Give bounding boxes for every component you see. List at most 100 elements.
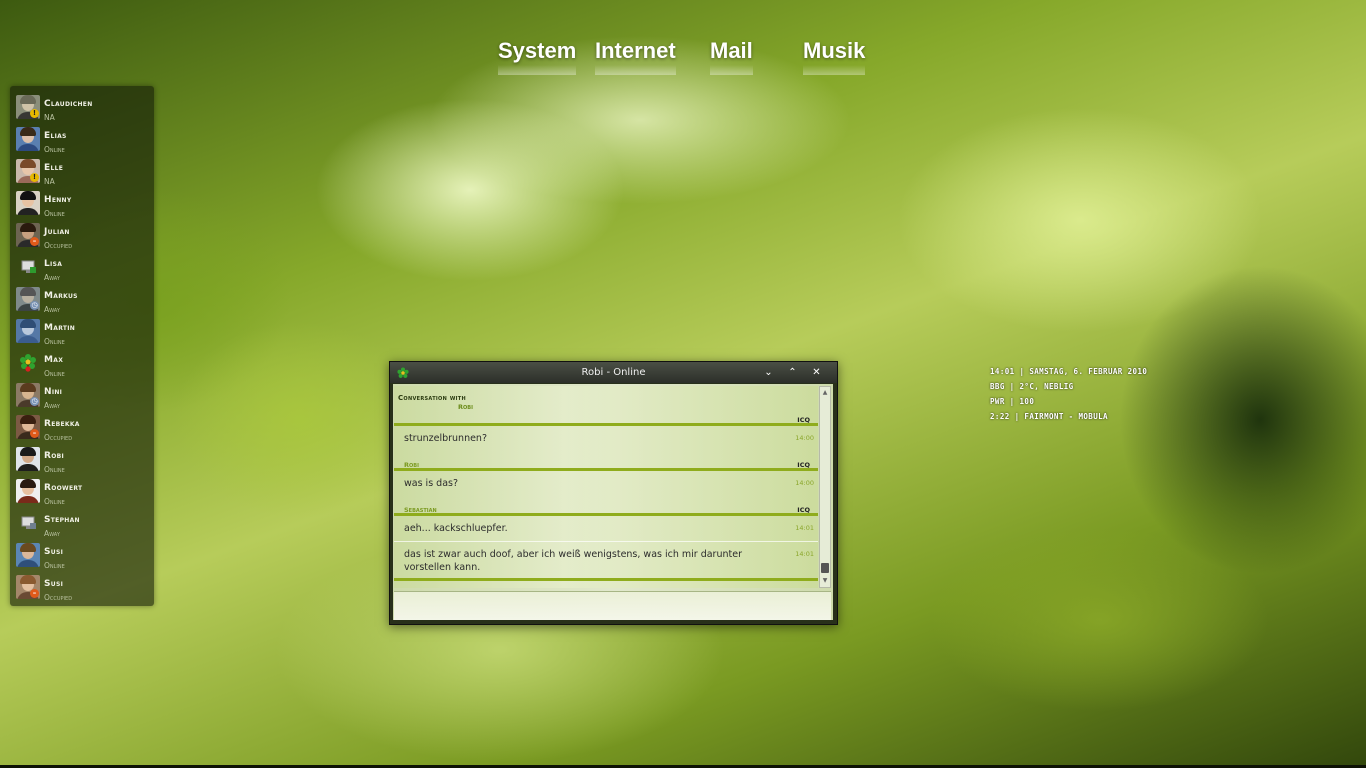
- message-divider: [394, 423, 818, 426]
- contact-martin[interactable]: Martin Online: [14, 316, 152, 346]
- contact-status: Away: [44, 529, 60, 538]
- message-scrollbar[interactable]: ▲ ▼: [819, 386, 831, 588]
- contact-markus[interactable]: ◷ Markus Away: [14, 284, 152, 314]
- contact-name: Henny: [44, 195, 72, 205]
- message-divider: [394, 578, 818, 581]
- contact-nini[interactable]: ◷ Nini Away: [14, 380, 152, 410]
- contact-status: Occupied: [44, 433, 73, 442]
- system-info-widget: 14:01 | Samstag, 6. Februar 2010 BBG | 2…: [990, 366, 1147, 426]
- contact-name: Markus: [44, 291, 78, 301]
- message-text: was is das?: [404, 478, 459, 489]
- conversation-contact: Robi: [458, 403, 473, 411]
- message-log[interactable]: Conversation with Robi ICQ strunzelbrunn…: [394, 386, 818, 588]
- contact-susi-2[interactable]: – Susi Occupied: [14, 572, 152, 602]
- message-input[interactable]: [394, 591, 831, 620]
- contact-status: Online: [44, 145, 65, 154]
- conversation-header: Conversation with: [398, 394, 467, 402]
- contact-name: Susi: [44, 547, 64, 557]
- contact-name: Elias: [44, 131, 67, 141]
- message-time: 14:01: [795, 524, 814, 532]
- close-icon: ✕: [812, 367, 821, 378]
- scroll-down-icon[interactable]: ▼: [820, 576, 830, 586]
- contact-name: Elle: [44, 163, 64, 173]
- contact-name: Claudichen: [44, 99, 93, 109]
- status-na-icon: !: [30, 109, 39, 118]
- contact-henny[interactable]: Henny Online: [14, 188, 152, 218]
- monitor-avatar-icon: [16, 511, 40, 535]
- top-menu: System Internet Mail Musik: [0, 38, 1366, 78]
- chat-body: Conversation with Robi ICQ strunzelbrunn…: [393, 384, 833, 620]
- menu-item-internet[interactable]: Internet: [595, 38, 676, 75]
- avatar: [16, 319, 40, 343]
- clock-date-line: 14:01 | Samstag, 6. Februar 2010: [990, 367, 1148, 376]
- contact-status: Online: [44, 337, 65, 346]
- avatar: [16, 127, 40, 151]
- contact-rebekka[interactable]: – Rebekka Occupied: [14, 412, 152, 442]
- contact-susi-1[interactable]: Susi Online: [14, 540, 152, 570]
- chat-titlebar[interactable]: Robi - Online ⌄ ⌃ ✕: [390, 362, 837, 383]
- contact-status: Occupied: [44, 241, 73, 250]
- contact-name: Julian: [44, 227, 70, 237]
- status-occupied-icon: –: [30, 237, 39, 246]
- contact-name: Nini: [44, 387, 63, 397]
- contact-elle[interactable]: ! Elle NA: [14, 156, 152, 186]
- contact-julian[interactable]: – Julian Occupied: [14, 220, 152, 250]
- menu-item-musik[interactable]: Musik: [803, 38, 865, 75]
- status-occupied-icon: –: [30, 429, 39, 438]
- message-text: aeh... kackschluepfer.: [404, 523, 508, 534]
- contact-name: Rebekka: [44, 419, 80, 429]
- menu-item-mail[interactable]: Mail: [710, 38, 753, 75]
- message-time: 14:01: [795, 550, 814, 558]
- contact-claudichen[interactable]: ! Claudichen NA: [14, 92, 152, 122]
- icq-flower-icon: [16, 351, 40, 375]
- contact-stephan[interactable]: Stephan Away: [14, 508, 152, 538]
- contact-status: Online: [44, 497, 65, 506]
- contact-status: Online: [44, 369, 65, 378]
- message-text: strunzelbrunnen?: [404, 433, 487, 444]
- contact-name: Stephan: [44, 515, 80, 525]
- contact-status: Away: [44, 401, 60, 410]
- now-playing-line: 2:22 | Fairmont - Mobula: [990, 412, 1108, 421]
- minimize-button[interactable]: ⌄: [758, 364, 779, 381]
- contact-status: Online: [44, 465, 65, 474]
- scroll-thumb[interactable]: [821, 563, 829, 573]
- contact-status: Away: [44, 273, 60, 282]
- close-button[interactable]: ✕: [806, 364, 827, 381]
- menu-item-system[interactable]: System: [498, 38, 576, 75]
- contact-lisa[interactable]: Lisa Away: [14, 252, 152, 282]
- monitor-avatar-icon: [16, 255, 40, 279]
- contact-max[interactable]: Max Online: [14, 348, 152, 378]
- contact-list: ! Claudichen NA Elias Online ! Elle NA H…: [10, 86, 154, 606]
- contact-roowert[interactable]: Roowert Online: [14, 476, 152, 506]
- status-away-icon: ◷: [30, 301, 39, 310]
- contact-status: NA: [44, 113, 55, 122]
- contact-name: Roowert: [44, 483, 83, 493]
- contact-name: Lisa: [44, 259, 63, 269]
- message-time: 14:00: [795, 479, 814, 487]
- weather-line: BBG | 2°C, Neblig: [990, 382, 1074, 391]
- contact-status: Online: [44, 209, 65, 218]
- scroll-up-icon[interactable]: ▲: [820, 388, 830, 398]
- status-away-icon: ◷: [30, 397, 39, 406]
- contact-status: NA: [44, 177, 55, 186]
- avatar: [16, 479, 40, 503]
- status-na-icon: !: [30, 173, 39, 182]
- contact-name: Martin: [44, 323, 76, 333]
- contact-status: Away: [44, 305, 60, 314]
- contact-elias[interactable]: Elias Online: [14, 124, 152, 154]
- contact-status: Occupied: [44, 593, 73, 602]
- message-divider: [394, 468, 818, 471]
- message-separator: [394, 541, 818, 542]
- avatar: [16, 447, 40, 471]
- contact-status: Online: [44, 561, 65, 570]
- avatar: [16, 543, 40, 567]
- message-divider: [394, 513, 818, 516]
- chevron-up-icon: ⌃: [788, 367, 797, 378]
- contact-name: Max: [44, 355, 64, 365]
- contact-robi[interactable]: Robi Online: [14, 444, 152, 474]
- power-line: PWR | 100: [990, 397, 1035, 406]
- maximize-button[interactable]: ⌃: [782, 364, 803, 381]
- contact-name: Susi: [44, 579, 64, 589]
- chat-window: Robi - Online ⌄ ⌃ ✕ Conversation with Ro…: [389, 361, 838, 625]
- status-occupied-icon: –: [30, 589, 39, 598]
